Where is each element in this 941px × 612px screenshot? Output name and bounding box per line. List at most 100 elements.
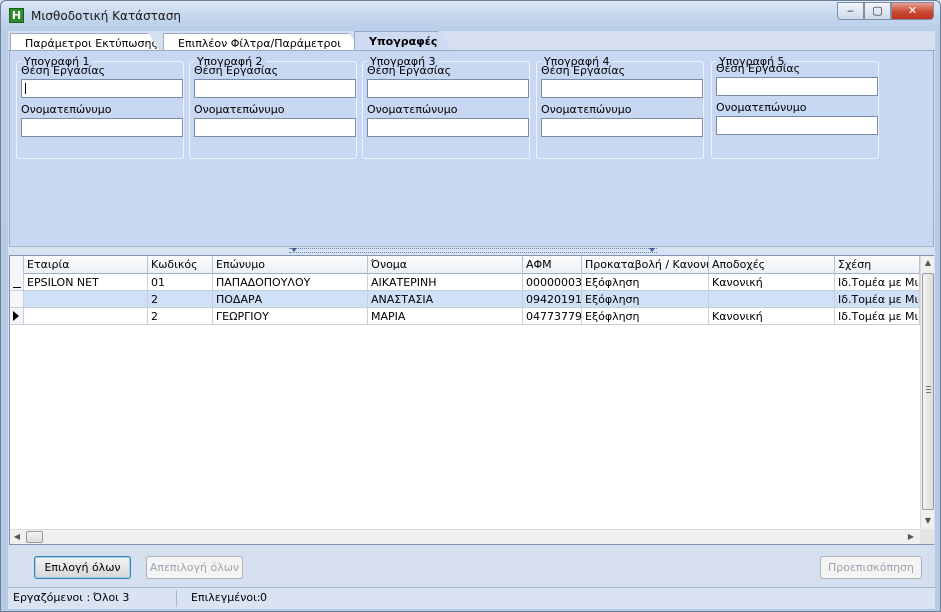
- signature-4-position-input[interactable]: [541, 79, 703, 98]
- cell-first-name[interactable]: ΜΑΡΙΑ: [368, 308, 523, 325]
- signature-2-name-input[interactable]: [194, 118, 356, 137]
- column-header-code[interactable]: Κωδικός: [148, 256, 213, 274]
- minimize-button[interactable]: ‒: [837, 2, 864, 20]
- cell-surname[interactable]: ΠΑΠΑΔΟΠΟΥΛΟΥ: [213, 274, 368, 291]
- cell-code[interactable]: 01: [148, 274, 213, 291]
- row-indicator-header: [10, 256, 24, 274]
- vertical-scroll-thumb[interactable]: [922, 273, 934, 510]
- signature-1-name-input[interactable]: [21, 118, 183, 137]
- cell-company[interactable]: [24, 291, 148, 308]
- signature-3-position-input[interactable]: [367, 79, 529, 98]
- scroll-down-arrow-icon[interactable]: ▼: [921, 514, 935, 528]
- employees-grid: Εταιρία Κωδικός Επώνυμο Όνομα ΑΦΜ Προκατ…: [9, 255, 934, 545]
- name-label: Ονοματεπώνυμο: [716, 101, 807, 114]
- cell-code[interactable]: 2: [148, 308, 213, 325]
- preview-button[interactable]: Προεπισκόπηση: [820, 556, 922, 579]
- panel-splitter[interactable]: [9, 246, 934, 254]
- cell-code[interactable]: 2: [148, 291, 213, 308]
- title-bar[interactable]: H Μισθοδοτική Κατάσταση ‒ ▢ ✕: [1, 1, 940, 31]
- cell-company[interactable]: EPSILON NET: [24, 274, 148, 291]
- grip-icon: [926, 386, 931, 393]
- column-header-first-name[interactable]: Όνομα: [368, 256, 523, 274]
- cell-first-name[interactable]: ΑΝΑΣΤΑΣΙΑ: [368, 291, 523, 308]
- cell-company[interactable]: [24, 308, 148, 325]
- column-header-payment-type[interactable]: Προκαταβολή / Κανονική: [582, 256, 709, 274]
- selected-label: Επιλεγμένοι:: [191, 591, 261, 604]
- close-button[interactable]: ✕: [891, 2, 934, 20]
- splitter-grip[interactable]: [289, 248, 657, 253]
- name-label: Ονοματεπώνυμο: [367, 103, 458, 116]
- deselect-all-button[interactable]: Απεπιλογή όλων: [146, 556, 243, 579]
- table-row[interactable]: 2 ΠΟΔΑΡΑ ΑΝΑΣΤΑΣΙΑ 094201910 Εξόφληση Ιδ…: [10, 291, 920, 308]
- signature-group-4: Υπογραφή 4 Θέση Εργασίας Ονοματεπώνυμο: [536, 55, 704, 159]
- vertical-scrollbar[interactable]: ▲ ▼: [920, 256, 934, 529]
- signatures-panel: Υπογραφή 1 Θέση Εργασίας Ονοματεπώνυμο Υ…: [9, 51, 934, 246]
- cell-payment-type[interactable]: Εξόφληση: [582, 308, 709, 325]
- tab-extra-filters[interactable]: Επιπλέον Φίλτρα/Παράμετροι: [163, 33, 361, 51]
- signature-group-3: Υπογραφή 3 Θέση Εργασίας Ονοματεπώνυμο: [362, 55, 530, 159]
- column-header-surname[interactable]: Επώνυμο: [213, 256, 368, 274]
- scroll-right-arrow-icon[interactable]: ▶: [904, 530, 918, 544]
- maximize-button[interactable]: ▢: [864, 2, 891, 20]
- cell-relation[interactable]: Ιδ.Τομέα με Μισθό: [835, 291, 920, 308]
- column-header-relation[interactable]: Σχέση: [835, 256, 920, 274]
- table-row[interactable]: EPSILON NET 01 ΠΑΠΑΔΟΠΟΥΛΟΥ ΑΙΚΑΤΕΡΙΝΗ 0…: [10, 274, 920, 291]
- status-bar: Εργαζόμενοι : Όλοι 3 Επιλεγμένοι: 0: [8, 587, 935, 609]
- signature-5-position-input[interactable]: [716, 77, 878, 96]
- position-label: Θέση Εργασίας: [194, 64, 279, 77]
- cell-earnings[interactable]: [709, 291, 835, 308]
- horizontal-scroll-thumb[interactable]: [26, 531, 43, 543]
- status-separator: [176, 590, 177, 607]
- cell-surname[interactable]: ΠΟΔΑΡΑ: [213, 291, 368, 308]
- scroll-up-arrow-icon[interactable]: ▲: [921, 256, 935, 270]
- row-indicator[interactable]: [10, 308, 24, 325]
- cell-relation[interactable]: Ιδ.Τομέα με Μισθό: [835, 274, 920, 291]
- cell-tax-id[interactable]: 094201910: [523, 291, 582, 308]
- signature-group-1: Υπογραφή 1 Θέση Εργασίας Ονοματεπώνυμο: [16, 55, 184, 159]
- cell-earnings[interactable]: Κανονική: [709, 274, 835, 291]
- name-label: Ονοματεπώνυμο: [541, 103, 632, 116]
- window-title: Μισθοδοτική Κατάσταση: [31, 9, 182, 23]
- tab-print-parameters[interactable]: Παράμετροι Εκτύπωσης: [10, 33, 160, 51]
- current-row-arrow-icon: [13, 311, 19, 321]
- cell-relation[interactable]: Ιδ.Τομέα με Μισθό: [835, 308, 920, 325]
- cell-payment-type[interactable]: Εξόφληση: [582, 274, 709, 291]
- horizontal-scrollbar[interactable]: ◀ ▶: [10, 529, 920, 544]
- collapse-arrow-icon: [649, 248, 655, 252]
- row-indicator[interactable]: [10, 274, 24, 291]
- position-label: Θέση Εργασίας: [21, 64, 106, 77]
- signature-3-name-input[interactable]: [367, 118, 529, 137]
- position-label: Θέση Εργασίας: [541, 64, 626, 77]
- name-label: Ονοματεπώνυμο: [194, 103, 285, 116]
- new-row-marker-icon: [13, 287, 21, 288]
- cell-payment-type[interactable]: Εξόφληση: [582, 291, 709, 308]
- signature-group-5: Υπογραφή 5 Θέση Εργασίας Ονοματεπώνυμο: [711, 55, 879, 159]
- column-header-earnings[interactable]: Αποδοχές: [709, 256, 835, 274]
- text-caret: [25, 83, 26, 94]
- scrollbar-corner: [920, 529, 934, 544]
- window-controls: ‒ ▢ ✕: [837, 2, 934, 20]
- collapse-arrow-icon: [291, 248, 297, 252]
- main-window: H Μισθοδοτική Κατάσταση ‒ ▢ ✕ Παράμετροι…: [0, 0, 941, 612]
- signature-1-position-input[interactable]: [21, 79, 183, 98]
- cell-tax-id[interactable]: 047737793: [523, 308, 582, 325]
- scroll-left-arrow-icon[interactable]: ◀: [10, 530, 24, 544]
- table-row[interactable]: 2 ΓΕΩΡΓΙΟΥ ΜΑΡΙΑ 047737793 Εξόφληση Κανο…: [10, 308, 920, 325]
- tab-strip: Παράμετροι Εκτύπωσης Επιπλέον Φίλτρα/Παρ…: [8, 31, 935, 51]
- column-header-tax-id[interactable]: ΑΦΜ: [523, 256, 582, 274]
- select-all-button[interactable]: Επιλογή όλων: [34, 556, 131, 579]
- tab-signatures[interactable]: Υπογραφές: [354, 31, 452, 51]
- signature-5-name-input[interactable]: [716, 116, 878, 135]
- cell-first-name[interactable]: ΑΙΚΑΤΕΡΙΝΗ: [368, 274, 523, 291]
- cell-tax-id[interactable]: 000000036: [523, 274, 582, 291]
- grid-header: Εταιρία Κωδικός Επώνυμο Όνομα ΑΦΜ Προκατ…: [10, 256, 920, 274]
- position-label: Θέση Εργασίας: [367, 64, 452, 77]
- column-header-company[interactable]: Εταιρία: [24, 256, 148, 274]
- row-indicator[interactable]: [10, 291, 24, 308]
- cell-surname[interactable]: ΓΕΩΡΓΙΟΥ: [213, 308, 368, 325]
- app-icon: H: [9, 8, 24, 23]
- name-label: Ονοματεπώνυμο: [21, 103, 112, 116]
- cell-earnings[interactable]: Κανονική: [709, 308, 835, 325]
- signature-2-position-input[interactable]: [194, 79, 356, 98]
- signature-4-name-input[interactable]: [541, 118, 703, 137]
